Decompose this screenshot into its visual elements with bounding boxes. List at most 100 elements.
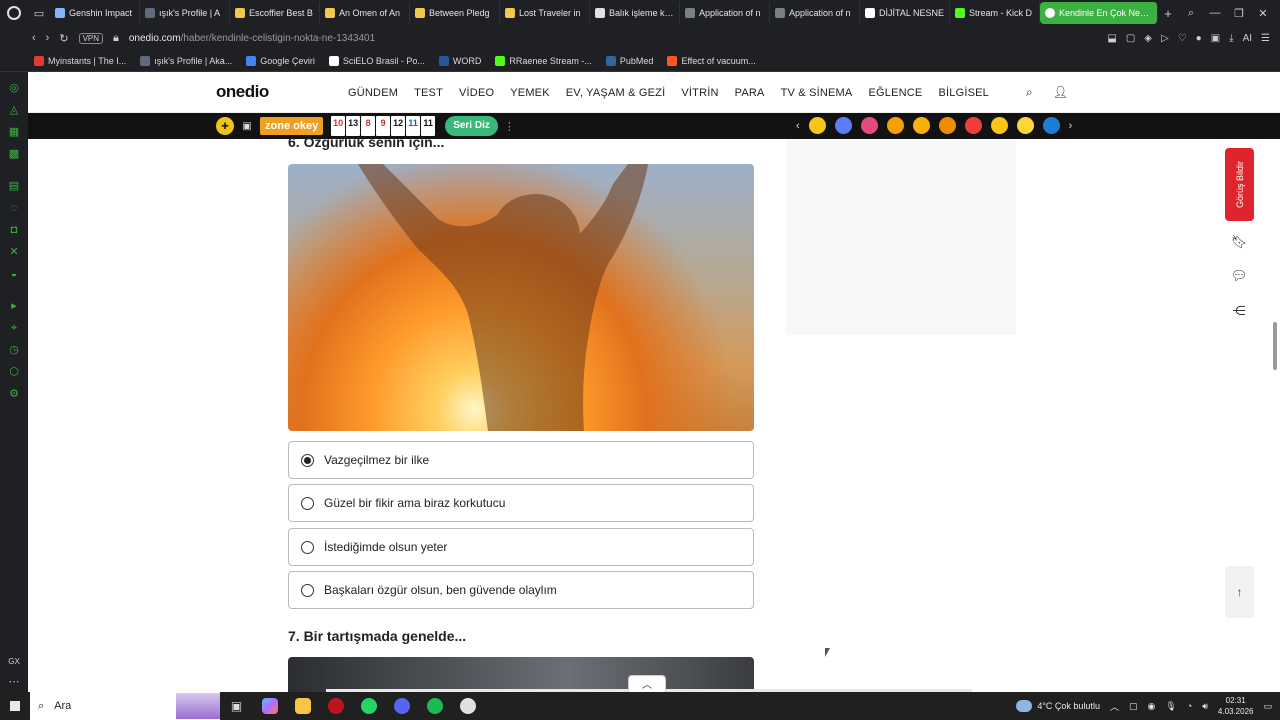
profile-icon[interactable]: ●: [1196, 33, 1202, 44]
tab-10[interactable]: Stream - Kick D: [950, 2, 1040, 24]
page-scrollbar[interactable]: [1273, 322, 1277, 370]
emoji-reaction-icon[interactable]: [990, 117, 1008, 134]
bookmark-1[interactable]: ışık's Profile | Aka...: [140, 55, 232, 66]
maximize-icon[interactable]: ❐: [1230, 7, 1248, 20]
sidebar-tabs-icon[interactable]: ▦: [6, 124, 22, 140]
notifications-icon[interactable]: ▭: [1263, 701, 1272, 712]
comments-icon[interactable]: 💬︎: [1230, 267, 1248, 285]
discord-icon[interactable]: [385, 692, 418, 720]
zone-okey-logo[interactable]: zone okey: [260, 117, 324, 135]
site-logo[interactable]: onedio: [216, 82, 269, 102]
tab-7[interactable]: Application of n: [680, 2, 770, 24]
bookmark-2[interactable]: Google Çeviri: [246, 55, 315, 66]
emoji-prev-icon[interactable]: ‹: [796, 120, 800, 132]
tab-2[interactable]: Escoffier Best B: [230, 2, 320, 24]
bookmark-5[interactable]: RRaenee Stream -...: [495, 55, 592, 66]
spotify-icon[interactable]: [418, 692, 451, 720]
microphone-icon[interactable]: 🎙︎: [1165, 701, 1176, 712]
nav-item-8[interactable]: EĞLENCE: [868, 87, 922, 99]
collapse-up-icon[interactable]: ︿: [628, 675, 666, 692]
tab-list-icon[interactable]: ▭: [28, 0, 50, 26]
tab-active[interactable]: Kendinle En Çok Nerede T: [1040, 2, 1158, 24]
snapshot-icon[interactable]: ⬓: [1107, 33, 1116, 44]
tray-app-icon[interactable]: ▢: [1129, 701, 1138, 712]
sidebar-more-icon[interactable]: ⋯: [6, 674, 22, 690]
sidebar-player-icon[interactable]: ▸: [6, 298, 22, 314]
search-tabs-icon[interactable]: ⌕: [1182, 7, 1200, 20]
bookmark-6[interactable]: PubMed: [605, 55, 653, 66]
sidebar-whatsapp-icon[interactable]: ◌: [6, 200, 22, 216]
emoji-reaction-icon[interactable]: [1016, 117, 1034, 134]
radio-button[interactable]: [301, 540, 314, 554]
close-icon[interactable]: ✕: [1254, 7, 1272, 20]
play-icon[interactable]: ▷: [1161, 33, 1169, 44]
answer-option-3[interactable]: İstediğimde olsun yeter: [288, 528, 754, 566]
sidebar-instagram-icon[interactable]: ◘: [6, 222, 22, 238]
scroll-to-top-button[interactable]: ↑: [1225, 566, 1254, 618]
tab-9[interactable]: DİJİTAL NESNE: [860, 2, 950, 24]
sidebar-discord-icon[interactable]: ◒: [6, 266, 22, 282]
start-button[interactable]: [0, 692, 30, 720]
url-field[interactable]: onedio.com/haber/kendinle-celistigin-nok…: [129, 33, 375, 44]
sidebar-aria-icon[interactable]: ◬: [6, 102, 22, 118]
sidebar-x-icon[interactable]: ✕: [6, 244, 22, 260]
copilot-icon[interactable]: [253, 692, 286, 720]
download-icon[interactable]: ⤓: [1229, 33, 1233, 44]
file-explorer-icon[interactable]: [286, 692, 319, 720]
emoji-reaction-icon[interactable]: [808, 117, 826, 134]
nav-item-3[interactable]: YEMEK: [510, 87, 550, 99]
more-icon[interactable]: ⋮: [504, 120, 515, 133]
nav-item-4[interactable]: EV, YAŞAM & GEZİ: [566, 87, 666, 99]
share-icon[interactable]: ⋲: [1230, 302, 1248, 320]
sidebar-history-icon[interactable]: ◷: [6, 342, 22, 358]
bookmark-7[interactable]: Effect of vacuum...: [667, 55, 756, 66]
tab-8[interactable]: Application of n: [770, 2, 860, 24]
search-icon[interactable]: ⌕: [1026, 85, 1033, 100]
nav-item-7[interactable]: TV & SİNEMA: [781, 87, 853, 99]
answer-option-2[interactable]: Güzel bir fikir ama biraz korkutucu: [288, 484, 754, 522]
emoji-reaction-icon[interactable]: [1042, 117, 1060, 134]
bookmark-3[interactable]: SciELO Brasil - Po...: [328, 55, 425, 66]
shield-icon[interactable]: ◈: [1144, 33, 1152, 44]
taskbar-search[interactable]: ⌕ Ara: [30, 692, 220, 720]
opera-gx-icon[interactable]: [319, 692, 352, 720]
nav-item-5[interactable]: VİTRİN: [681, 87, 718, 99]
emoji-reaction-icon[interactable]: [912, 117, 930, 134]
tab-4[interactable]: Between Pledg: [410, 2, 500, 24]
tray-chevron-icon[interactable]: ︿: [1110, 700, 1119, 713]
seri-diz-button[interactable]: Seri Diz: [445, 116, 498, 136]
sidebar-twitch-icon[interactable]: ▤: [6, 178, 22, 194]
crop-icon[interactable]: ▢: [1126, 33, 1135, 44]
ai-button[interactable]: AI: [1243, 33, 1252, 44]
nav-item-9[interactable]: BİLGİSEL: [938, 87, 989, 99]
answer-option-4[interactable]: Başkaları özgür olsun, ben güvende olayl…: [288, 571, 754, 609]
extensions-icon[interactable]: ▣: [1211, 33, 1220, 44]
volume-icon[interactable]: 🔊︎: [1202, 701, 1208, 712]
tab-5[interactable]: Lost Traveler in: [500, 2, 590, 24]
bookmark-0[interactable]: Myinstants | The I...: [34, 55, 126, 66]
tab-0[interactable]: Genshin Impact: [50, 2, 140, 24]
clock[interactable]: 02:31 4.03.2026: [1218, 695, 1254, 717]
radio-button[interactable]: [301, 453, 314, 467]
feedback-button[interactable]: Görüş Bildir: [1225, 148, 1254, 221]
emoji-reaction-icon[interactable]: [964, 117, 982, 134]
reload-icon[interactable]: ↻: [59, 32, 68, 45]
tab-1[interactable]: ışık's Profile | A: [140, 2, 230, 24]
tv-icon[interactable]: ▣: [238, 117, 256, 135]
tab-3[interactable]: An Omen of An: [320, 2, 410, 24]
new-tab-icon[interactable]: +: [1158, 6, 1178, 21]
sidebar-home-icon[interactable]: ◎: [6, 80, 22, 96]
tray-spotify-icon[interactable]: ◉: [1147, 701, 1155, 712]
vpn-badge[interactable]: VPN: [78, 32, 104, 44]
emoji-reaction-icon[interactable]: [886, 117, 904, 134]
nav-item-1[interactable]: TEST: [414, 87, 443, 99]
sidebar-settings-icon[interactable]: ⚙: [6, 386, 22, 402]
radio-button[interactable]: [301, 583, 314, 597]
menu-icon[interactable]: ☰: [1261, 33, 1270, 44]
wifi-icon[interactable]: ◔: [1187, 701, 1192, 711]
emoji-reaction-icon[interactable]: [834, 117, 852, 134]
radio-button[interactable]: [301, 496, 314, 510]
sidebar-gx-icon[interactable]: GX: [6, 654, 22, 670]
minimize-icon[interactable]: —: [1206, 7, 1224, 20]
sidebar-pin-icon[interactable]: ⌖: [6, 320, 22, 336]
